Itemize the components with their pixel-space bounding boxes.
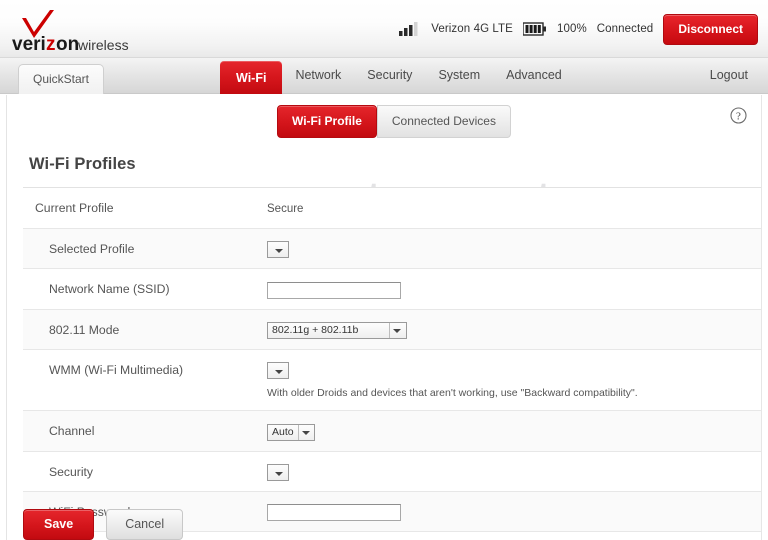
help-circle-icon[interactable]: ? [730,107,747,124]
form-row-selected-profile: Selected Profile [23,229,762,269]
logout-link[interactable]: Logout [710,68,748,82]
network-label: Verizon 4G LTE [431,23,513,35]
ssid-input[interactable] [267,282,401,299]
subtab-list: Wi-Fi Profile Connected Devices [277,105,511,138]
page-header: veri z on wireless Verizon 4G LTE [0,0,768,58]
svg-text:veri: veri [12,34,46,54]
wmm-hint-text: With older Droids and devices that aren'… [267,386,762,400]
row-value-selected-profile [267,240,762,258]
form-row-security: Security [23,452,762,492]
cancel-button[interactable]: Cancel [106,509,183,540]
channel-select[interactable]: Auto [267,424,315,441]
signal-bars-icon [399,22,421,36]
nav-tab-wifi[interactable]: Wi-Fi [220,61,282,94]
chevron-down-icon [389,323,403,338]
battery-percent: 100% [557,23,587,35]
row-value-ssid [267,280,762,298]
form-row-wmm: WMM (Wi-Fi Multimedia) With older Droids… [23,350,762,411]
current-profile-value: Secure [267,199,762,218]
row-label-current-profile: Current Profile [23,199,267,217]
svg-text:z: z [46,34,56,54]
selected-profile-select[interactable] [267,241,289,258]
nav-tab-advanced[interactable]: Advanced [493,58,575,91]
page-title: Wi-Fi Profiles [29,155,136,174]
row-value-80211-mode: 802.11g + 802.11b [267,321,762,339]
connection-status: Connected [597,23,654,35]
subtab-wifi-profile[interactable]: Wi-Fi Profile [277,105,377,138]
form-row-channel: Channel Auto [23,411,762,451]
nav-tab-list: Wi-Fi Network Security System Advanced [220,58,575,94]
wifi-profile-form: Current Profile Secure Selected Profile … [23,187,762,532]
svg-text:on: on [56,34,79,54]
battery-full-icon [523,22,547,36]
80211-mode-value: 802.11g + 802.11b [272,323,358,338]
row-value-wmm: With older Droids and devices that aren'… [267,361,762,400]
row-label-80211-mode: 802.11 Mode [23,321,267,339]
save-button[interactable]: Save [23,509,94,540]
form-row-80211-mode: 802.11 Mode 802.11g + 802.11b [23,310,762,350]
svg-text:wireless: wireless [77,37,129,53]
main-navigation: QuickStart Wi-Fi Network Security System… [0,58,768,94]
row-label-security: Security [23,463,267,481]
nav-tab-network[interactable]: Network [282,58,354,91]
row-label-channel: Channel [23,422,267,440]
row-label-selected-profile: Selected Profile [23,240,267,258]
security-select[interactable] [267,464,289,481]
form-row-current-profile: Current Profile Secure [23,188,762,229]
row-value-wifi-password [267,503,762,521]
row-value-security [267,463,762,481]
disconnect-button[interactable]: Disconnect [663,14,758,45]
wifi-password-input[interactable] [267,504,401,521]
channel-value: Auto [272,425,294,440]
form-row-ssid: Network Name (SSID) [23,269,762,309]
verizon-wireless-logo: veri z on wireless [8,6,138,54]
80211-mode-select[interactable]: 802.11g + 802.11b [267,322,407,339]
row-label-wmm: WMM (Wi-Fi Multimedia) [23,361,267,379]
form-action-bar: Save Cancel [23,509,183,540]
svg-text:?: ? [736,110,741,122]
nav-tab-system[interactable]: System [425,58,493,91]
content-panel: setuprouter Wi-Fi Profile Connected Devi… [6,95,762,540]
wmm-select[interactable] [267,362,289,379]
row-label-ssid: Network Name (SSID) [23,280,267,298]
nav-tab-quickstart[interactable]: QuickStart [18,64,104,94]
header-status-area: Verizon 4G LTE 100% Connected Disconnect [399,0,758,58]
chevron-down-icon [298,425,312,440]
router-admin-page: veri z on wireless Verizon 4G LTE [0,0,768,540]
subtab-connected-devices[interactable]: Connected Devices [377,105,511,138]
nav-tab-security[interactable]: Security [354,58,425,91]
row-value-channel: Auto [267,422,762,440]
